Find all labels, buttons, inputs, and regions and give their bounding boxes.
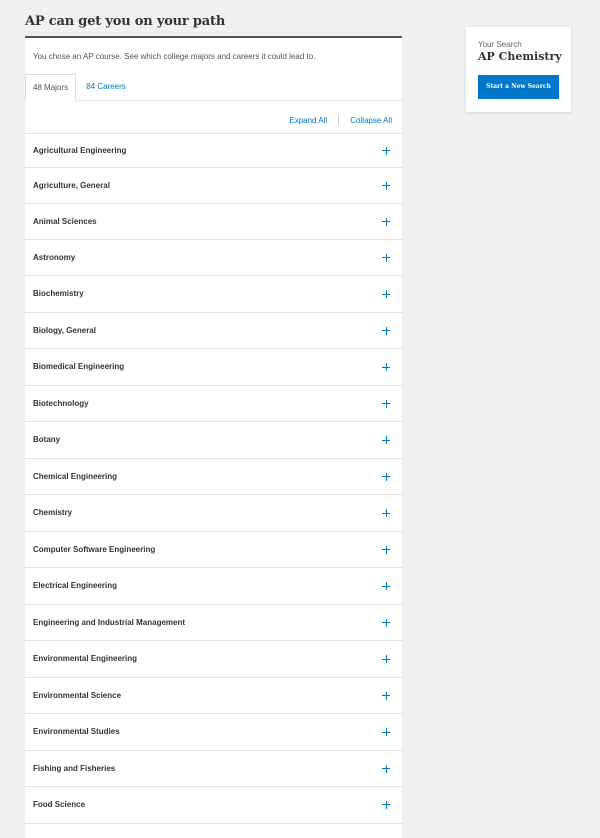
majors-panel: You chose an AP course. See which colleg… bbox=[25, 36, 402, 838]
search-course: AP Chemistry bbox=[478, 50, 562, 63]
plus-icon[interactable] bbox=[382, 217, 390, 226]
plus-icon[interactable] bbox=[382, 618, 390, 627]
major-label: Agricultural Engineering bbox=[33, 146, 127, 155]
major-label: Electrical Engineering bbox=[33, 581, 118, 590]
major-label: Engineering and Industrial Management bbox=[33, 618, 186, 627]
major-label: Astronomy bbox=[33, 253, 76, 262]
intro-text: You chose an AP course. See which colleg… bbox=[33, 52, 316, 61]
plus-icon[interactable] bbox=[382, 582, 390, 590]
plus-icon[interactable] bbox=[382, 181, 390, 190]
divider bbox=[338, 115, 340, 125]
major-row[interactable]: Engineering and Industrial Management bbox=[25, 605, 402, 641]
search-summary-card: Your Search AP Chemistry Start a New Sea… bbox=[466, 27, 571, 112]
major-row[interactable]: Astronomy bbox=[25, 240, 402, 276]
plus-icon[interactable] bbox=[382, 399, 390, 408]
major-label: Botany bbox=[33, 435, 61, 444]
major-row[interactable]: Environmental Studies bbox=[25, 714, 402, 751]
major-row[interactable]: Electrical Engineering bbox=[25, 568, 402, 605]
major-row[interactable]: Environmental Engineering bbox=[25, 641, 402, 678]
search-label: Your Search bbox=[478, 40, 522, 49]
major-row[interactable]: Animal Sciences bbox=[25, 204, 402, 240]
page-title: AP can get you on your path bbox=[25, 14, 226, 29]
major-row[interactable]: Biotechnology bbox=[25, 386, 402, 422]
major-label: Biology, General bbox=[33, 326, 96, 335]
major-row[interactable]: Computer Software Engineering bbox=[25, 532, 402, 568]
tab-bar: 48 Majors 84 Careers bbox=[25, 74, 402, 101]
plus-icon[interactable] bbox=[382, 764, 390, 773]
tab-careers[interactable]: 84 Careers bbox=[81, 74, 131, 100]
start-new-search-button[interactable]: Start a New Search bbox=[478, 75, 559, 99]
major-row[interactable]: Biochemistry bbox=[25, 276, 402, 313]
expand-collapse-controls: Expand All Collapse All bbox=[289, 115, 392, 125]
major-label: Environmental Science bbox=[33, 691, 122, 700]
plus-icon[interactable] bbox=[382, 326, 390, 335]
major-label: Food Science bbox=[33, 800, 86, 809]
collapse-all-link[interactable]: Collapse All bbox=[350, 116, 392, 125]
major-label: Fishing and Fisheries bbox=[33, 764, 116, 773]
plus-icon[interactable] bbox=[382, 253, 390, 262]
major-label: Biochemistry bbox=[33, 289, 84, 298]
major-row[interactable]: Agricultural Engineering bbox=[25, 134, 402, 168]
major-row[interactable]: Fishing and Fisheries bbox=[25, 751, 402, 787]
plus-icon[interactable] bbox=[382, 728, 390, 736]
major-row[interactable]: Biology, General bbox=[25, 313, 402, 349]
major-label: Biotechnology bbox=[33, 399, 89, 408]
major-row[interactable]: Chemical Engineering bbox=[25, 459, 402, 495]
plus-icon[interactable] bbox=[382, 655, 390, 663]
major-row[interactable]: Food Science bbox=[25, 787, 402, 824]
major-label: Chemistry bbox=[33, 508, 73, 517]
major-label: Agriculture, General bbox=[33, 181, 110, 190]
expand-all-link[interactable]: Expand All bbox=[289, 116, 327, 125]
major-row[interactable]: Biomedical Engineering bbox=[25, 349, 402, 386]
major-label: Animal Sciences bbox=[33, 217, 97, 226]
plus-icon[interactable] bbox=[382, 545, 390, 554]
major-label: Computer Software Engineering bbox=[33, 545, 156, 554]
tab-majors[interactable]: 48 Majors bbox=[25, 74, 76, 101]
major-label: Environmental Engineering bbox=[33, 654, 138, 663]
major-label: Environmental Studies bbox=[33, 727, 120, 736]
plus-icon[interactable] bbox=[382, 691, 390, 700]
plus-icon[interactable] bbox=[382, 290, 390, 298]
major-row[interactable]: Environmental Science bbox=[25, 678, 402, 714]
plus-icon[interactable] bbox=[382, 472, 390, 481]
plus-icon[interactable] bbox=[382, 436, 390, 444]
major-row[interactable]: Agriculture, General bbox=[25, 168, 402, 204]
plus-icon[interactable] bbox=[382, 363, 390, 371]
major-label: Biomedical Engineering bbox=[33, 362, 125, 371]
plus-icon[interactable] bbox=[382, 509, 390, 517]
plus-icon[interactable] bbox=[382, 146, 390, 155]
major-row[interactable]: Botany bbox=[25, 422, 402, 459]
major-label: Chemical Engineering bbox=[33, 472, 118, 481]
major-row[interactable]: Chemistry bbox=[25, 495, 402, 532]
plus-icon[interactable] bbox=[382, 800, 390, 809]
